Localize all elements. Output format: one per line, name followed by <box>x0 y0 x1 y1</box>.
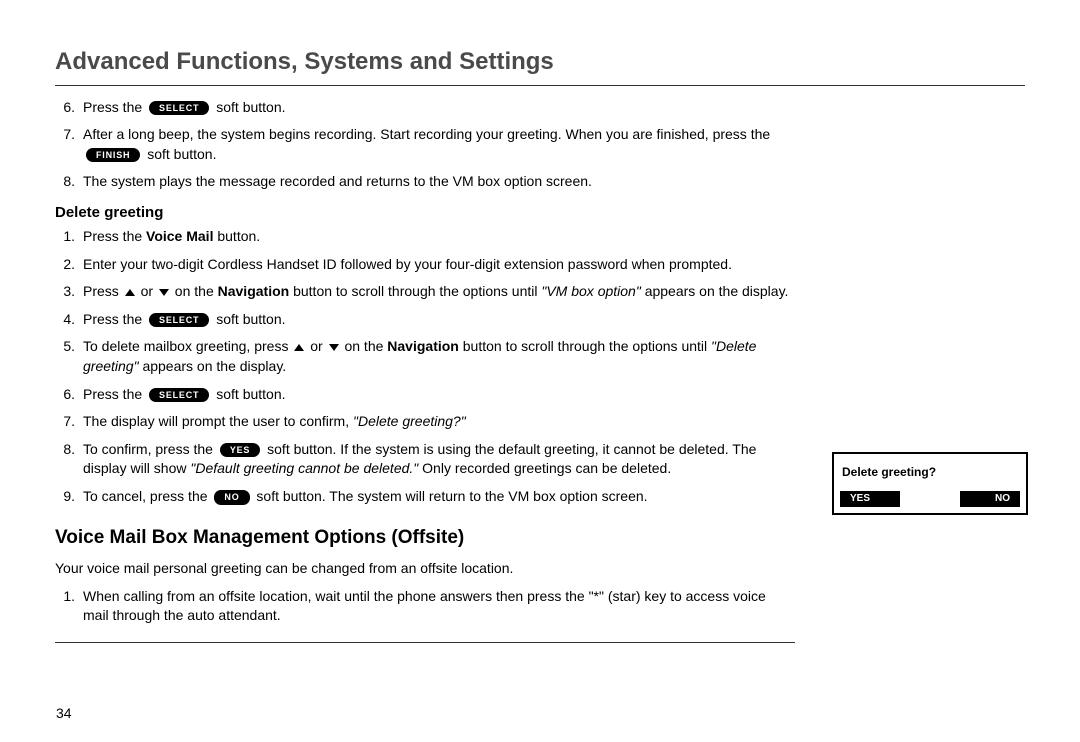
step-num: 6. <box>55 385 83 405</box>
step-text: Enter your two-digit Cordless Handset ID… <box>83 255 795 275</box>
step-2: 2. Enter your two-digit Cordless Handset… <box>55 255 795 275</box>
step-3: 3. Press or on the Navigation button to … <box>55 282 795 302</box>
delete-greeting-prompt: "Delete greeting?" <box>353 413 466 429</box>
text-fragment: button to scroll through the options unt… <box>289 283 541 299</box>
step-text: The display will prompt the user to conf… <box>83 412 795 432</box>
select-soft-button-icon: SELECT <box>149 388 209 403</box>
step-num: 7. <box>55 412 83 432</box>
default-greeting-text: "Default greeting cannot be deleted." <box>190 460 418 476</box>
content-column: 6. Press the SELECT soft button. 7. Afte… <box>55 98 795 643</box>
screen-prompt: Delete greeting? <box>834 454 1026 491</box>
step-text: Press or on the Navigation button to scr… <box>83 282 795 302</box>
vm-box-option-text: "VM box option" <box>541 283 640 299</box>
text-fragment: The display will prompt the user to conf… <box>83 413 353 429</box>
voice-mail-bold: Voice Mail <box>146 228 213 244</box>
text-fragment: appears on the display. <box>139 358 287 374</box>
up-arrow-icon <box>294 344 304 351</box>
text-fragment: Press <box>83 283 123 299</box>
step-7b: 7. The display will prompt the user to c… <box>55 412 795 432</box>
step-8b: 8. To confirm, press the YES soft button… <box>55 440 795 479</box>
text-fragment: Only recorded greetings can be deleted. <box>418 460 671 476</box>
text-fragment: soft button. <box>143 146 216 162</box>
step-num: 6. <box>55 98 83 118</box>
page-header: Advanced Functions, Systems and Settings <box>55 45 1025 86</box>
step-6: 6. Press the SELECT soft button. <box>55 98 795 118</box>
screen-yes-softkey: YES <box>840 491 900 507</box>
header-divider <box>55 85 1025 86</box>
text-fragment: To confirm, press the <box>83 441 217 457</box>
step-4: 4. Press the SELECT soft button. <box>55 310 795 330</box>
step-6b: 6. Press the SELECT soft button. <box>55 385 795 405</box>
text-fragment: To delete mailbox greeting, press <box>83 338 292 354</box>
step-text: Press the SELECT soft button. <box>83 385 795 405</box>
page-number: 34 <box>56 704 72 724</box>
step-text: When calling from an offsite location, w… <box>83 587 795 626</box>
step-text: Press the SELECT soft button. <box>83 98 795 118</box>
no-soft-button-icon: NO <box>214 490 249 505</box>
finish-soft-button-icon: FINISH <box>86 148 140 163</box>
footer-divider <box>55 642 795 643</box>
text-fragment: To cancel, press the <box>83 488 211 504</box>
step-text: To cancel, press the NO soft button. The… <box>83 487 795 507</box>
step-text: To confirm, press the YES soft button. I… <box>83 440 795 479</box>
step-text: Press the Voice Mail button. <box>83 227 795 247</box>
step-num: 1. <box>55 227 83 247</box>
select-soft-button-icon: SELECT <box>149 101 209 116</box>
navigation-bold: Navigation <box>218 283 290 299</box>
text-fragment: soft button. <box>212 99 285 115</box>
step-num: 5. <box>55 337 83 376</box>
text-fragment: on the <box>341 338 388 354</box>
down-arrow-icon <box>159 289 169 296</box>
text-fragment: on the <box>171 283 218 299</box>
text-fragment: button. <box>213 228 260 244</box>
step-text: After a long beep, the system begins rec… <box>83 125 795 164</box>
text-fragment: Press the <box>83 311 146 327</box>
lcd-screen-illustration: Delete greeting? YES NO <box>832 452 1028 515</box>
text-fragment: After a long beep, the system begins rec… <box>83 126 770 142</box>
text-fragment: or <box>306 338 326 354</box>
step-num: 4. <box>55 310 83 330</box>
navigation-bold: Navigation <box>387 338 459 354</box>
text-fragment: soft button. The system will return to t… <box>253 488 648 504</box>
step-num: 1. <box>55 587 83 626</box>
step-text: To delete mailbox greeting, press or on … <box>83 337 795 376</box>
step-8: 8. The system plays the message recorded… <box>55 172 795 192</box>
delete-greeting-heading: Delete greeting <box>55 202 795 223</box>
offsite-step-list: 1. When calling from an offsite location… <box>55 587 795 626</box>
step-7: 7. After a long beep, the system begins … <box>55 125 795 164</box>
offsite-heading: Voice Mail Box Management Options (Offsi… <box>55 525 795 552</box>
text-fragment: button to scroll through the options unt… <box>459 338 711 354</box>
step-num: 8. <box>55 440 83 479</box>
step-num: 9. <box>55 487 83 507</box>
step-5: 5. To delete mailbox greeting, press or … <box>55 337 795 376</box>
step-num: 2. <box>55 255 83 275</box>
header-title: Advanced Functions, Systems and Settings <box>55 45 1025 79</box>
select-soft-button-icon: SELECT <box>149 313 209 328</box>
yes-soft-button-icon: YES <box>220 443 260 458</box>
text-fragment: Press the <box>83 99 146 115</box>
down-arrow-icon <box>329 344 339 351</box>
top-step-list: 6. Press the SELECT soft button. 7. Afte… <box>55 98 795 192</box>
text-fragment: Press the <box>83 228 146 244</box>
text-fragment: appears on the display. <box>641 283 789 299</box>
delete-step-list: 1. Press the Voice Mail button. 2. Enter… <box>55 227 795 507</box>
offsite-intro: Your voice mail personal greeting can be… <box>55 559 795 579</box>
text-fragment: Press the <box>83 386 146 402</box>
step-text: Press the SELECT soft button. <box>83 310 795 330</box>
step-text: The system plays the message recorded an… <box>83 172 795 192</box>
step-num: 3. <box>55 282 83 302</box>
offsite-step-1: 1. When calling from an offsite location… <box>55 587 795 626</box>
text-fragment: soft button. <box>212 311 285 327</box>
step-num: 7. <box>55 125 83 164</box>
up-arrow-icon <box>125 289 135 296</box>
screen-softkeys: YES NO <box>834 491 1026 513</box>
text-fragment: soft button. <box>212 386 285 402</box>
screen-no-softkey: NO <box>960 491 1020 507</box>
step-num: 8. <box>55 172 83 192</box>
step-1: 1. Press the Voice Mail button. <box>55 227 795 247</box>
text-fragment: or <box>137 283 157 299</box>
step-9: 9. To cancel, press the NO soft button. … <box>55 487 795 507</box>
